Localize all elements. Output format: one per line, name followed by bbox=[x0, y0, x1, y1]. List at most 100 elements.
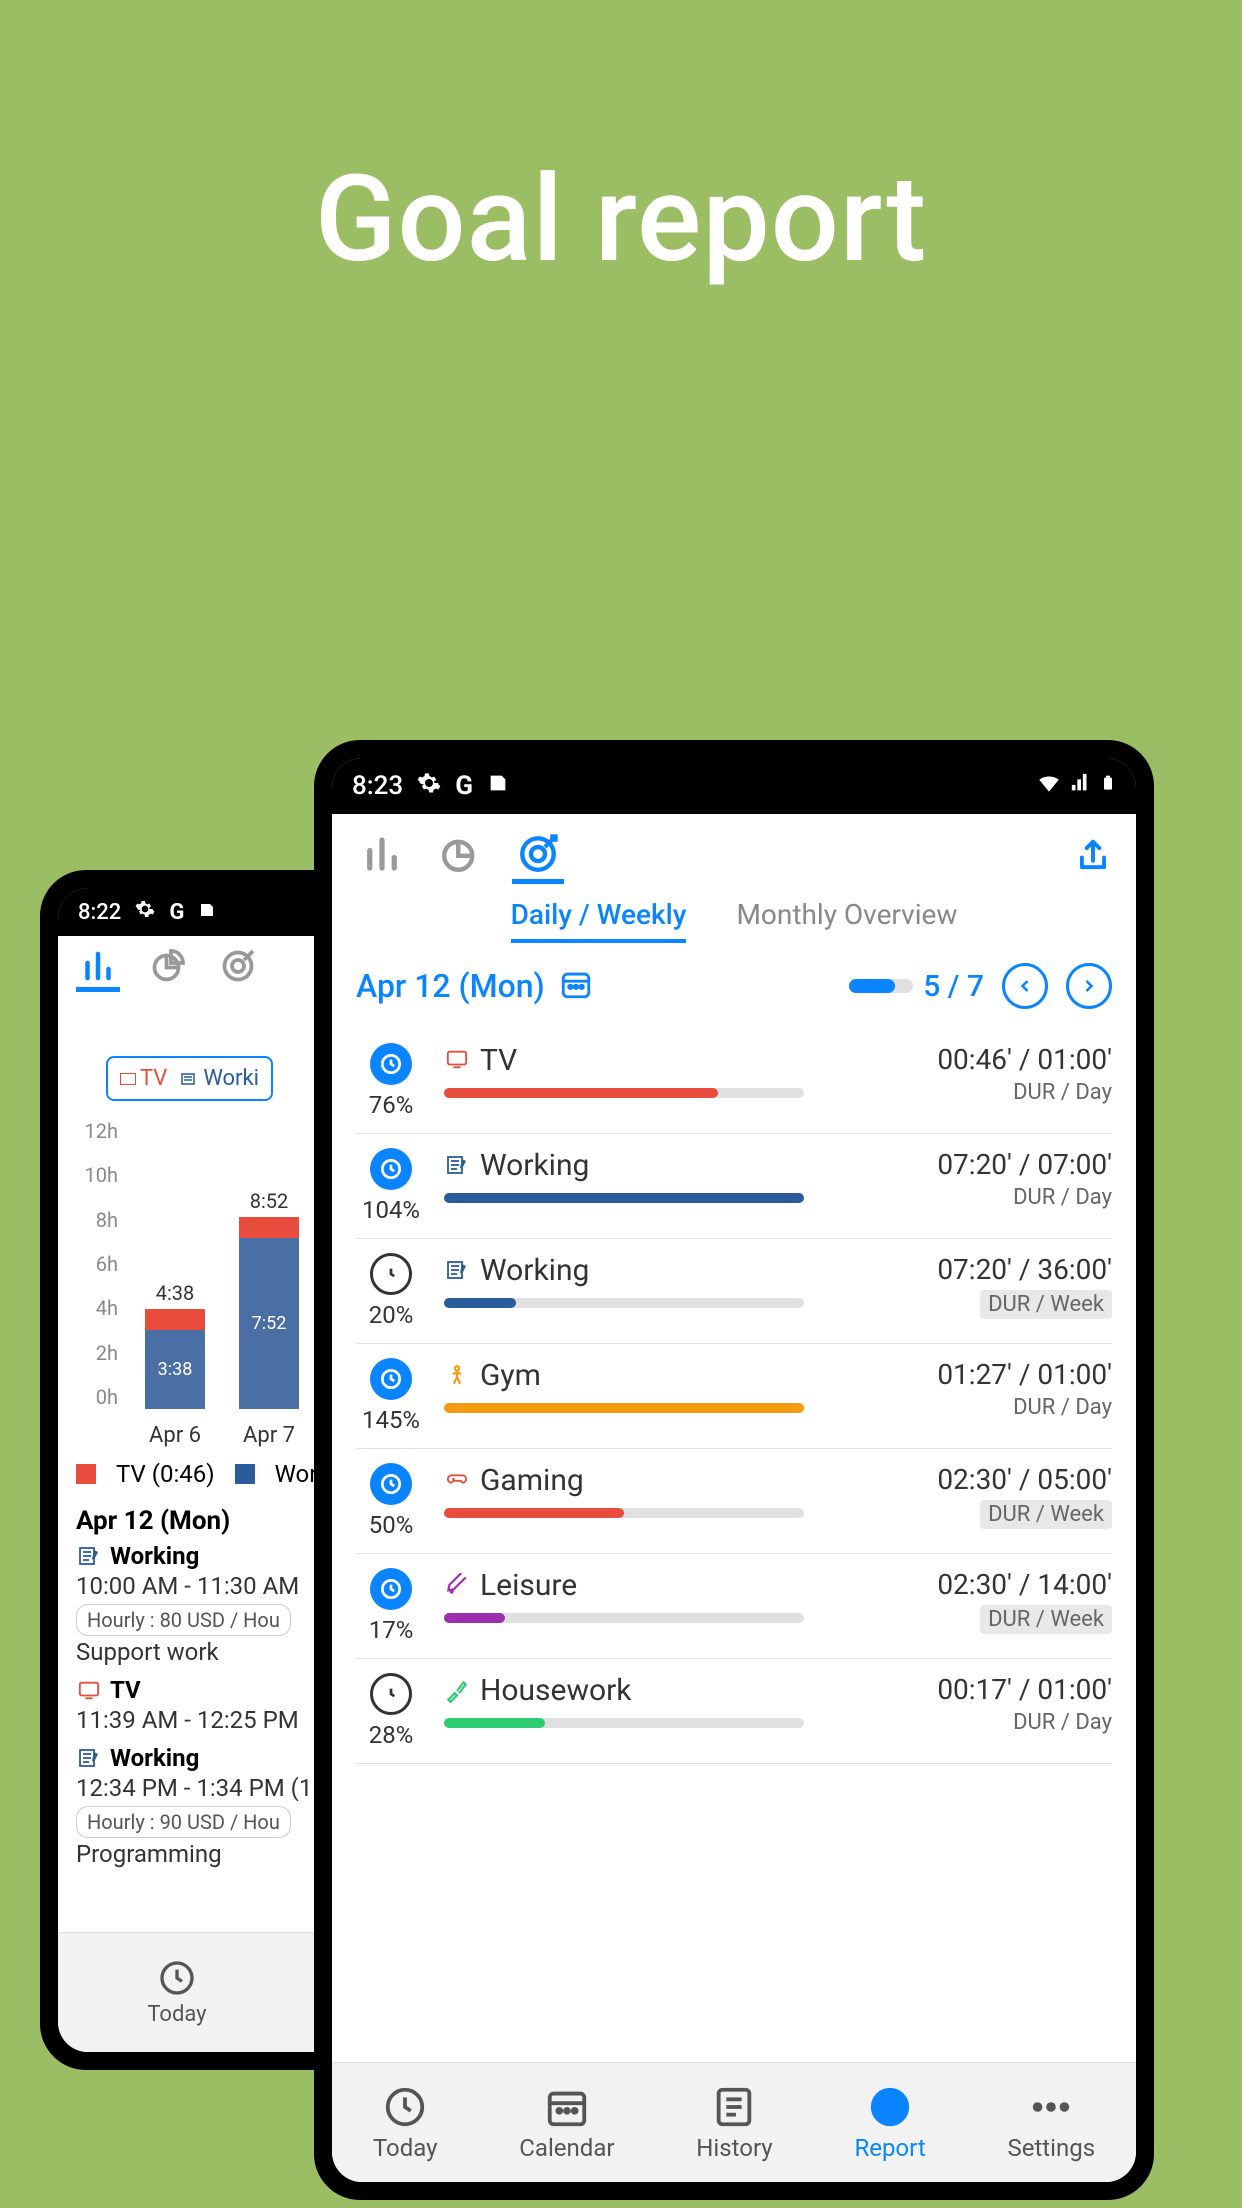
goal-row[interactable]: 50% Gaming 02:30' / 05:00' DUR / Week bbox=[356, 1449, 1112, 1554]
gear-icon bbox=[417, 771, 441, 802]
goal-progress-bar bbox=[444, 1508, 804, 1518]
goal-name: Gaming bbox=[480, 1463, 584, 1498]
activity-icon bbox=[444, 1678, 470, 1704]
goal-time: 02:30' / 05:00' bbox=[852, 1463, 1112, 1496]
next-button[interactable] bbox=[1066, 963, 1112, 1009]
target-tab[interactable] bbox=[216, 948, 260, 992]
goal-row[interactable]: 20% Working 07:20' / 36:00' DUR / Week bbox=[356, 1239, 1112, 1344]
bar-stack: 3:38 bbox=[145, 1309, 205, 1409]
status-time: 8:22 bbox=[78, 900, 121, 925]
goal-unit: DUR / Day bbox=[1013, 1395, 1112, 1420]
nav-settings[interactable]: Settings bbox=[1007, 2084, 1095, 2162]
phone-front: 8:23 G Daily / Weekly bbox=[314, 740, 1154, 2200]
goal-name: Working bbox=[480, 1148, 589, 1183]
goal-time: 00:17' / 01:00' bbox=[852, 1673, 1112, 1706]
activity-icon bbox=[444, 1573, 470, 1599]
nav-calendar[interactable]: Calendar bbox=[519, 2084, 614, 2162]
goal-progress-bar bbox=[444, 1718, 804, 1728]
activity-icon bbox=[444, 1153, 470, 1179]
x-label: Apr 7 bbox=[234, 1423, 304, 1448]
clock-icon bbox=[370, 1673, 412, 1715]
share-button[interactable] bbox=[1074, 837, 1112, 879]
legend-tv-dur: TV (0:46) bbox=[116, 1460, 215, 1488]
wifi-icon bbox=[1036, 770, 1062, 803]
calendar-icon[interactable] bbox=[559, 967, 593, 1005]
x-label: Apr 6 bbox=[140, 1423, 210, 1448]
goal-pct: 50% bbox=[369, 1511, 414, 1539]
goal-unit: DUR / Week bbox=[980, 1605, 1112, 1634]
goal-row[interactable]: 145% Gym 01:27' / 01:00' DUR / Day bbox=[356, 1344, 1112, 1449]
bar-total: 8:52 bbox=[250, 1189, 289, 1213]
legend-work-2: Wor bbox=[275, 1460, 318, 1488]
goal-pct: 17% bbox=[369, 1616, 414, 1644]
nav-report-label: Report bbox=[854, 2134, 925, 2162]
legend-work: Worki bbox=[203, 1066, 259, 1091]
goal-unit: DUR / Week bbox=[980, 1290, 1112, 1319]
goal-pct: 76% bbox=[369, 1091, 414, 1119]
activity-icon bbox=[444, 1048, 470, 1074]
chart-legend-box[interactable]: TV Worki bbox=[106, 1056, 273, 1101]
clock-icon bbox=[370, 1358, 412, 1400]
google-icon: G bbox=[169, 900, 184, 925]
goal-row[interactable]: 28% Housework 00:17' / 01:00' DUR / Day bbox=[356, 1659, 1112, 1764]
activity-icon bbox=[444, 1363, 470, 1389]
pie-chart-tab[interactable] bbox=[146, 948, 190, 992]
goal-pct: 104% bbox=[362, 1196, 420, 1224]
goal-time: 01:27' / 01:00' bbox=[852, 1358, 1112, 1391]
goal-row[interactable]: 17% Leisure 02:30' / 14:00' DUR / Week bbox=[356, 1554, 1112, 1659]
goal-name: Leisure bbox=[480, 1568, 577, 1603]
tv-swatch bbox=[76, 1464, 96, 1484]
goals-list: 76% TV 00:46' / 01:00' DUR / Day 104% Wo… bbox=[356, 1029, 1112, 1764]
goal-time: 07:20' / 07:00' bbox=[852, 1148, 1112, 1181]
legend-tv: TV bbox=[140, 1066, 167, 1091]
goal-row[interactable]: 104% Working 07:20' / 07:00' DUR / Day bbox=[356, 1134, 1112, 1239]
goal-unit: DUR / Day bbox=[1013, 1710, 1112, 1735]
gear-icon bbox=[135, 899, 155, 925]
bar-chart-tab[interactable] bbox=[356, 832, 408, 884]
nav-today[interactable]: Today bbox=[147, 1958, 206, 2027]
report-type-tabs bbox=[356, 832, 564, 884]
goal-progress-bar bbox=[444, 1403, 804, 1413]
completion-text: 5 / 7 bbox=[923, 969, 984, 1004]
nav-calendar-label: Calendar bbox=[519, 2134, 614, 2162]
clock-icon bbox=[370, 1463, 412, 1505]
monthly-tab[interactable]: Monthly Overview bbox=[736, 898, 957, 943]
work-swatch bbox=[235, 1464, 255, 1484]
clock-icon bbox=[370, 1253, 412, 1295]
pie-chart-tab[interactable] bbox=[434, 832, 486, 884]
nav-history[interactable]: History bbox=[696, 2084, 772, 2162]
goal-progress-bar bbox=[444, 1088, 804, 1098]
goal-name: TV bbox=[480, 1043, 517, 1078]
goal-pct: 145% bbox=[362, 1406, 420, 1434]
target-tab[interactable] bbox=[512, 832, 564, 884]
clock-icon bbox=[370, 1043, 412, 1085]
goal-time: 00:46' / 01:00' bbox=[852, 1043, 1112, 1076]
goal-progress-bar bbox=[444, 1613, 804, 1623]
goal-pct: 20% bbox=[369, 1301, 414, 1329]
nav-today[interactable]: Today bbox=[373, 2084, 438, 2162]
nav-history-label: History bbox=[696, 2134, 772, 2162]
nav-settings-label: Settings bbox=[1007, 2134, 1095, 2162]
daily-weekly-tab[interactable]: Daily / Weekly bbox=[511, 898, 687, 943]
log-rate: Hourly : 90 USD / Hou bbox=[76, 1806, 291, 1838]
status-time: 8:23 bbox=[352, 771, 403, 801]
prev-button[interactable] bbox=[1002, 963, 1048, 1009]
goal-unit: DUR / Day bbox=[1013, 1080, 1112, 1105]
bar-chart-tab[interactable] bbox=[76, 948, 120, 992]
hero-title: Goal report bbox=[0, 150, 1242, 290]
sd-icon bbox=[487, 771, 509, 801]
nav-today-label: Today bbox=[373, 2134, 438, 2162]
goal-row[interactable]: 76% TV 00:46' / 01:00' DUR / Day bbox=[356, 1029, 1112, 1134]
goal-unit: DUR / Week bbox=[980, 1500, 1112, 1529]
nav-report[interactable]: Report bbox=[854, 2084, 925, 2162]
bar-stack: 7:52 bbox=[239, 1217, 299, 1409]
status-bar: 8:23 G bbox=[332, 758, 1136, 814]
sd-icon bbox=[198, 900, 216, 925]
goal-progress-bar bbox=[444, 1298, 804, 1308]
nav-today-label: Today bbox=[147, 2002, 206, 2027]
current-date[interactable]: Apr 12 (Mon) bbox=[356, 967, 545, 1005]
signal-icon bbox=[1070, 771, 1092, 801]
activity-icon bbox=[444, 1468, 470, 1494]
period-tabs: Daily / Weekly Monthly Overview bbox=[356, 898, 1112, 943]
google-icon: G bbox=[455, 771, 473, 801]
